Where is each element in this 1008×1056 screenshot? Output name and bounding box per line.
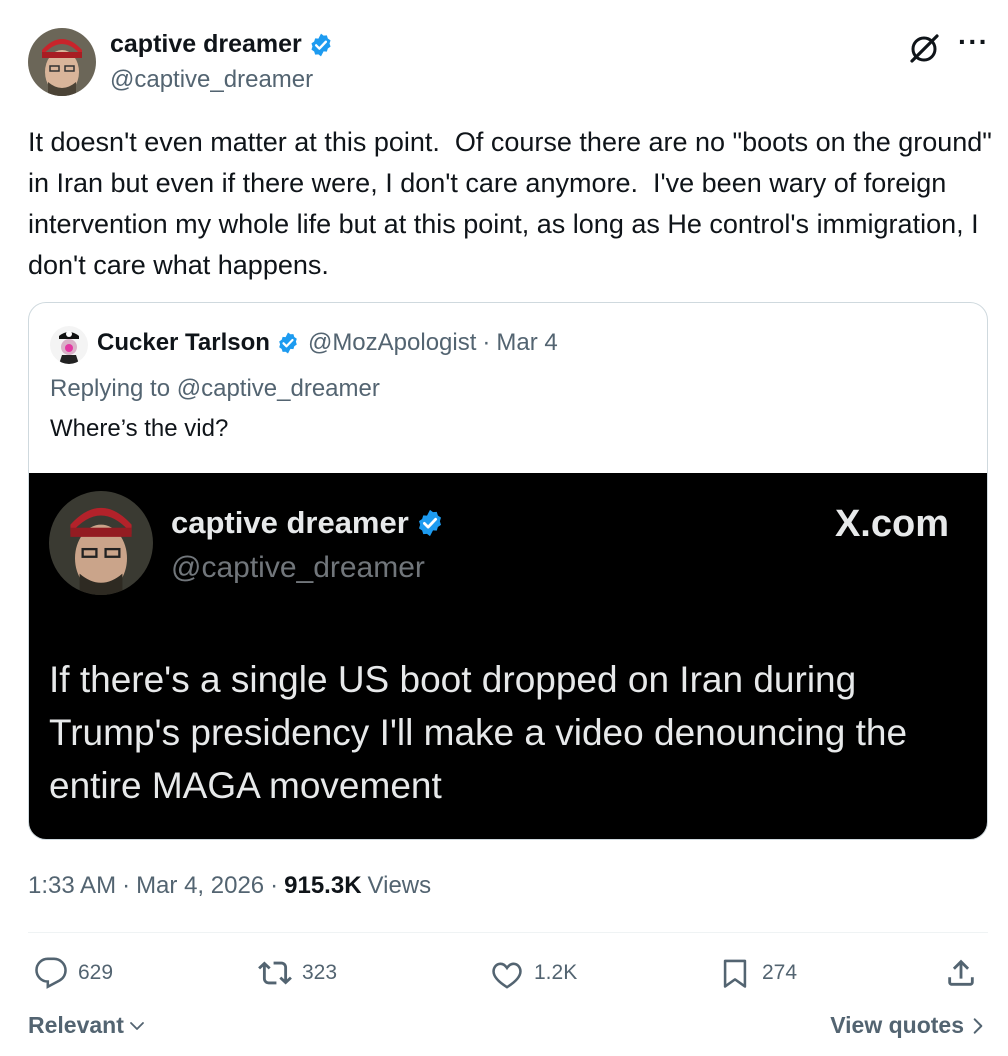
divider — [28, 932, 988, 933]
bookmark-button[interactable]: 274 — [718, 956, 797, 990]
media-avatar — [49, 491, 153, 595]
chevron-right-icon — [973, 1017, 983, 1034]
view-quotes-link[interactable]: View quotes — [830, 1012, 986, 1039]
bookmark-count: 274 — [762, 961, 798, 984]
reply-count: 629 — [78, 961, 114, 984]
reply-button[interactable]: 629 — [34, 956, 113, 990]
media-author-name: captive dreamer — [171, 505, 445, 541]
separator-dot: · — [122, 872, 131, 899]
views-count: 915.3K — [284, 872, 362, 899]
media-brand: X.com — [834, 503, 949, 545]
author-name[interactable]: captive dreamer — [110, 30, 334, 59]
tweet-time[interactable]: 1:33 AM — [28, 872, 116, 900]
repost-count: 323 — [302, 961, 338, 984]
repost-button[interactable]: 323 — [258, 956, 337, 990]
quoted-tweet-card[interactable]: Cucker Tarlson @MozApologist · Mar 4 Rep… — [28, 302, 988, 840]
separator-dot: · — [270, 872, 279, 899]
quoted-author-avatar[interactable] — [50, 326, 88, 364]
verified-badge-icon — [418, 509, 441, 537]
views-label: Views — [367, 872, 432, 899]
quoted-author-name[interactable]: Cucker Tarlson — [97, 329, 270, 357]
media-author-name-text: captive dreamer — [171, 505, 409, 540]
quoted-author-handle[interactable]: @MozApologist — [308, 329, 476, 357]
verified-badge-icon — [311, 33, 331, 56]
bookmark-icon — [723, 959, 747, 988]
sort-replies-dropdown[interactable]: Relevant — [28, 1012, 146, 1039]
quoted-tweet-header: Cucker Tarlson @MozApologist · Mar 4 — [97, 329, 558, 357]
like-count: 1.2K — [534, 961, 578, 984]
quoted-tweet-text: Where’s the vid? — [50, 415, 229, 442]
share-icon — [948, 959, 974, 986]
share-button[interactable] — [944, 956, 978, 990]
like-icon — [492, 962, 522, 989]
quoted-tweet-date[interactable]: Mar 4 — [496, 329, 557, 357]
tweet-text: It doesn't even matter at this point. Of… — [28, 127, 1000, 280]
view-quotes-label: View quotes — [830, 1012, 964, 1038]
replying-to: Replying to @captive_dreamer — [50, 375, 380, 402]
tweet-meta: 1:33 AM · Mar 4, 2026 · 915.3K Views — [28, 872, 431, 900]
sort-label: Relevant — [28, 1012, 124, 1038]
author-handle[interactable]: @captive_dreamer — [110, 66, 313, 94]
like-button[interactable]: 1.2K — [490, 956, 577, 990]
repost-icon — [258, 961, 292, 985]
reply-icon — [35, 957, 67, 989]
separator-dot: · — [482, 329, 491, 356]
grok-icon[interactable] — [906, 30, 942, 66]
quoted-tweet-media[interactable]: captive dreamer @captive_dreamer X.com I… — [29, 473, 987, 839]
chevron-down-icon — [129, 1021, 144, 1030]
tweet-date[interactable]: Mar 4, 2026 — [136, 872, 264, 900]
media-author-handle: @captive_dreamer — [171, 551, 425, 584]
author-avatar[interactable] — [28, 28, 96, 96]
verified-badge-icon — [279, 332, 297, 354]
author-name-text[interactable]: captive dreamer — [110, 30, 302, 59]
media-text: If there's a single US boot dropped on I… — [49, 659, 908, 806]
more-icon[interactable]: ··· — [958, 28, 989, 56]
